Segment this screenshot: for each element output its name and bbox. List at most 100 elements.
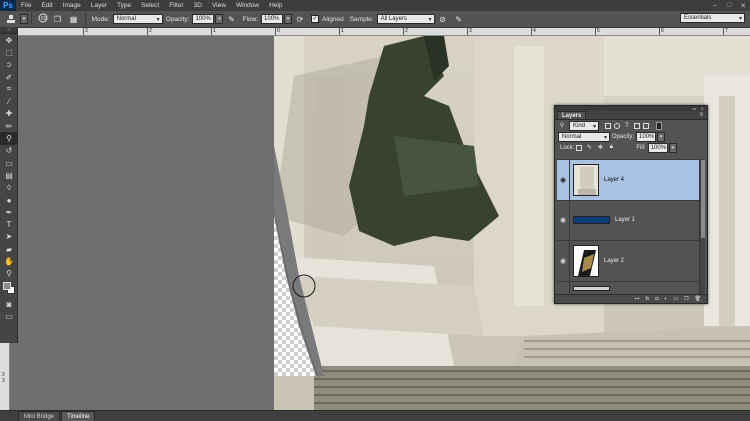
- layer-name[interactable]: Layer 1: [615, 217, 635, 223]
- layer-name[interactable]: Layer 4: [604, 177, 624, 183]
- quick-select-icon[interactable]: ✐: [0, 71, 18, 83]
- pixel-filter-icon[interactable]: [605, 122, 611, 129]
- layer-style-icon[interactable]: fx: [645, 296, 649, 302]
- new-group-icon[interactable]: ▭: [673, 296, 678, 302]
- shape-icon[interactable]: ▰: [0, 243, 18, 255]
- layer-opacity-input[interactable]: 100%: [636, 131, 657, 142]
- move-icon[interactable]: ✥: [0, 34, 18, 46]
- eye-icon[interactable]: [557, 281, 570, 295]
- add-mask-icon[interactable]: ◘: [655, 296, 658, 302]
- healing-icon[interactable]: ✚: [0, 108, 18, 120]
- shape-filter-icon[interactable]: [634, 122, 640, 129]
- workspace-select[interactable]: Essentials ▾: [680, 13, 745, 23]
- menu-help[interactable]: Help: [264, 2, 287, 9]
- menu-select[interactable]: Select: [136, 2, 164, 9]
- layer-row[interactable]: ◉ Layer 4: [557, 160, 700, 201]
- panel-menu-icon[interactable]: ≡: [699, 112, 703, 118]
- type-filter-icon[interactable]: T: [623, 122, 631, 129]
- menu-view[interactable]: View: [207, 2, 231, 9]
- new-layer-icon[interactable]: ❐: [684, 296, 688, 302]
- opacity-slider-button[interactable]: ▾: [215, 14, 224, 24]
- aligned-checkbox[interactable]: ✓: [311, 15, 320, 23]
- lock-all-icon[interactable]: 🔒︎: [607, 144, 615, 151]
- layer-name[interactable]: Layer 2: [604, 258, 624, 264]
- menu-type[interactable]: Type: [112, 2, 136, 9]
- type-icon[interactable]: T: [0, 218, 18, 230]
- delete-layer-icon[interactable]: 🗑︎: [695, 296, 701, 302]
- menu-edit[interactable]: Edit: [36, 2, 57, 9]
- pressure-opacity-icon[interactable]: ✎: [225, 13, 237, 25]
- eye-icon[interactable]: ◉: [557, 240, 570, 281]
- lock-paint-icon[interactable]: ✎: [585, 144, 593, 151]
- eyedropper-icon[interactable]: ⁄: [0, 95, 18, 107]
- close-icon[interactable]: ✕: [701, 106, 704, 111]
- link-layers-icon[interactable]: ⊶: [634, 296, 639, 302]
- clone-stamp-tool-icon[interactable]: [5, 13, 17, 25]
- flow-input[interactable]: 100%: [261, 14, 284, 24]
- marquee-icon[interactable]: ⬚: [0, 46, 18, 58]
- clone-stamp-icon[interactable]: ⚲: [0, 132, 18, 145]
- menu-window[interactable]: Window: [231, 2, 264, 9]
- flow-slider-button[interactable]: ▾: [284, 14, 293, 24]
- pressure-size-icon[interactable]: ✎: [453, 13, 465, 25]
- layer-thumbnail[interactable]: [573, 216, 610, 225]
- brush-panel-icon[interactable]: ▦: [68, 13, 80, 25]
- menu-filter[interactable]: Filter: [164, 2, 188, 9]
- tab-layers[interactable]: Layers: [557, 111, 587, 119]
- zoom-icon[interactable]: ⚲: [0, 268, 18, 280]
- foreground-color-swatch[interactable]: [3, 281, 11, 290]
- layer-thumbnail[interactable]: [573, 244, 599, 277]
- clone-source-icon[interactable]: ❐: [52, 13, 64, 25]
- fill-input[interactable]: 100%: [647, 142, 668, 153]
- path-select-icon[interactable]: ➤: [0, 231, 18, 243]
- dodge-icon[interactable]: ●: [0, 194, 18, 206]
- adjustment-layer-icon[interactable]: ◐: [664, 296, 667, 302]
- crop-icon[interactable]: ⌗: [0, 83, 18, 95]
- eye-icon[interactable]: ◉: [557, 200, 570, 241]
- history-brush-icon[interactable]: ↺: [0, 145, 18, 157]
- tab-mini-bridge[interactable]: Mini Bridge: [18, 411, 61, 421]
- lasso-icon[interactable]: ↄ: [0, 59, 18, 71]
- layer-row[interactable]: ◉ Layer 1: [557, 200, 700, 241]
- layers-scrollbar[interactable]: [699, 159, 705, 295]
- menu-image[interactable]: Image: [58, 2, 86, 9]
- tab-timeline[interactable]: Timeline: [61, 411, 96, 421]
- menu-file[interactable]: File: [16, 2, 36, 9]
- minimize-button[interactable]: –: [708, 0, 722, 11]
- ignore-adjustment-icon[interactable]: ⊘: [437, 13, 449, 25]
- gradient-icon[interactable]: ▤: [0, 169, 18, 181]
- lock-transparent-icon[interactable]: [576, 144, 583, 151]
- eye-icon[interactable]: ◉: [557, 160, 570, 200]
- layer-opacity-slider[interactable]: ▾: [657, 131, 666, 142]
- menu-layer[interactable]: Layer: [86, 2, 112, 9]
- lock-position-icon[interactable]: ✥: [596, 144, 604, 151]
- screen-mode-icon[interactable]: ▭: [0, 310, 18, 322]
- tool-preset-dropdown[interactable]: ▾: [20, 14, 28, 24]
- collapse-icon[interactable]: ▸▸: [693, 106, 697, 111]
- menu-3d[interactable]: 3D: [189, 2, 207, 9]
- brush-size-value[interactable]: 60: [41, 16, 47, 22]
- layer-row[interactable]: ◉ Layer 2: [557, 240, 700, 282]
- layer-thumbnail[interactable]: [573, 163, 599, 196]
- quick-mask-icon[interactable]: ◙: [0, 298, 18, 310]
- maximize-button[interactable]: □: [722, 0, 736, 11]
- hand-icon[interactable]: ✋: [0, 255, 18, 267]
- adjustment-filter-icon[interactable]: [614, 122, 620, 129]
- smart-object-filter-icon[interactable]: [643, 122, 649, 129]
- mode-select[interactable]: Normal ▾: [112, 14, 163, 24]
- pen-icon[interactable]: ✒: [0, 206, 18, 218]
- scrollbar-thumb[interactable]: [701, 160, 705, 238]
- brush-icon[interactable]: ✏: [0, 120, 18, 132]
- filter-toggle[interactable]: [656, 121, 662, 130]
- eraser-icon[interactable]: ▭: [0, 157, 18, 169]
- airbrush-icon[interactable]: ⟳: [294, 13, 306, 25]
- sample-select[interactable]: All Layers ▾: [376, 14, 435, 24]
- blend-mode-select[interactable]: Normal ▾: [558, 131, 610, 142]
- filter-kind-select[interactable]: Kind ▾: [569, 120, 599, 131]
- opacity-input[interactable]: 100%: [192, 14, 215, 24]
- layer-thumbnail[interactable]: [573, 285, 610, 291]
- layer-row[interactable]: [557, 281, 700, 295]
- close-button[interactable]: ✕: [736, 0, 750, 11]
- blur-icon[interactable]: ◊: [0, 182, 18, 194]
- fill-slider[interactable]: ▾: [668, 142, 677, 153]
